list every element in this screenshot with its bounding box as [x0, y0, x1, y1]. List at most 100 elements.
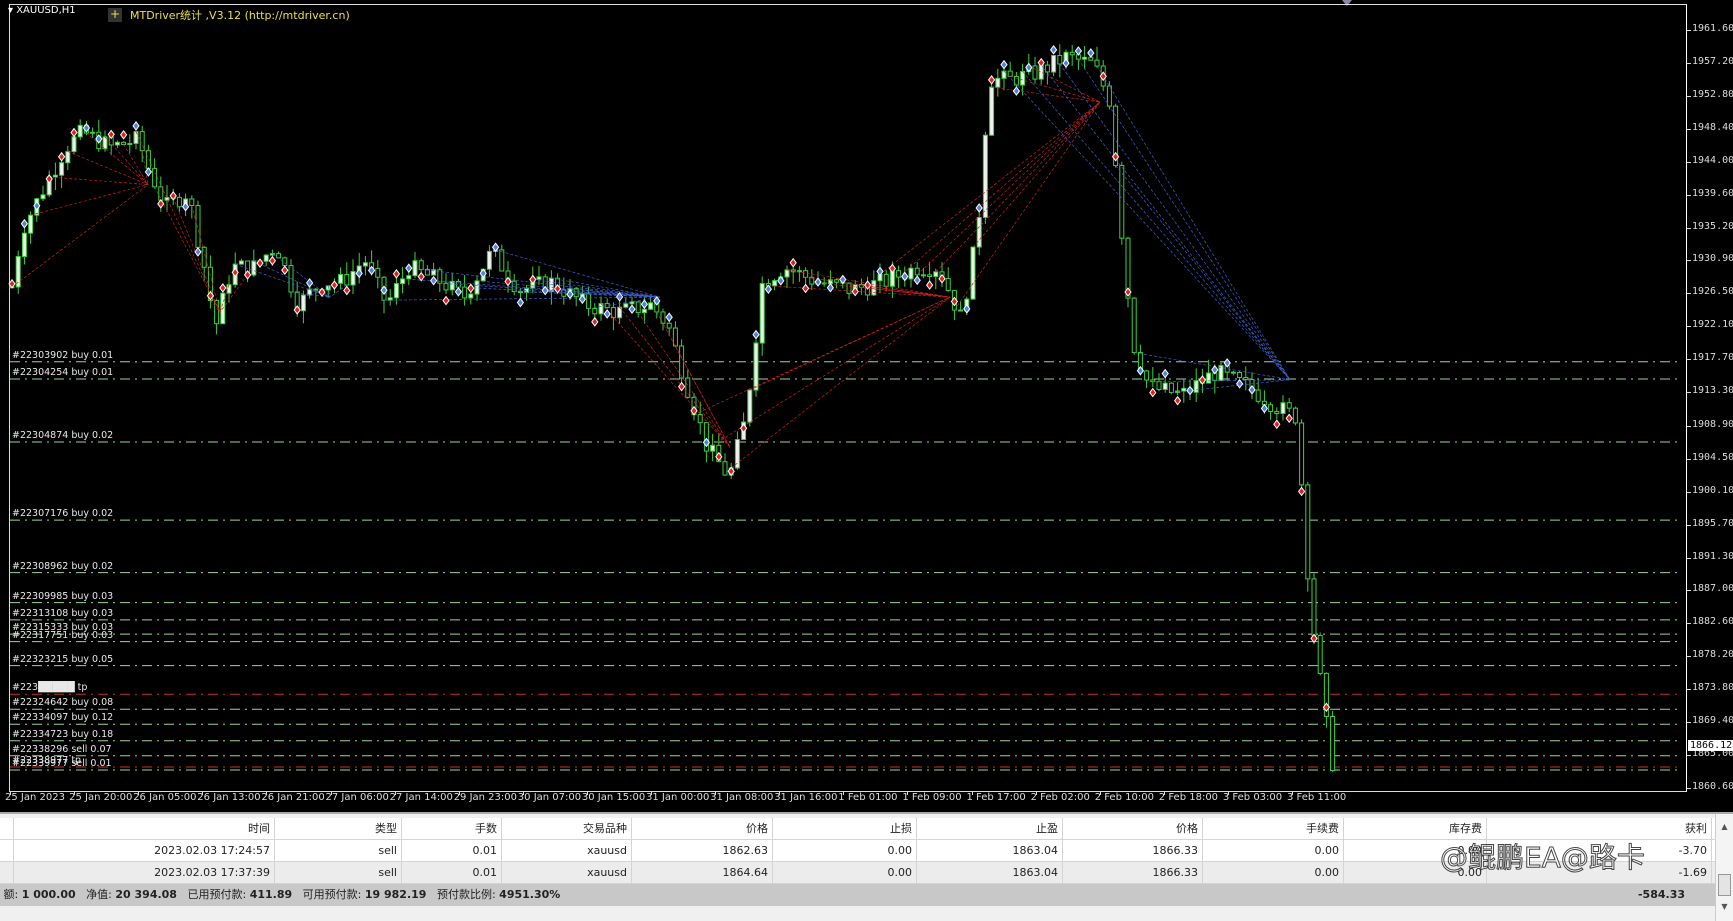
bear-candle — [1144, 370, 1150, 381]
buy-arrow-icon — [752, 329, 760, 340]
bull-candle — [412, 260, 418, 277]
bear-candle — [499, 249, 505, 272]
time-axis-label: 31 Jan 16:00 — [774, 792, 838, 803]
bear-candle — [1330, 715, 1336, 772]
order-line-label: #223█████ tp — [12, 682, 88, 694]
price-chart[interactable]: ▾ XAUUSD,H1 + MTDriver统计 ,V3.12 (http://… — [0, 0, 1733, 812]
order-line-label: #22308962 buy 0.02 — [12, 560, 114, 572]
sell-arrow-icon — [417, 271, 425, 282]
table-cell: 0.00 — [1203, 840, 1344, 862]
scroll-up-icon[interactable]: ▲ — [1716, 822, 1733, 838]
column-header[interactable]: 交易品种 — [502, 818, 632, 840]
bull-candle — [28, 214, 34, 234]
table-cell: sell — [275, 862, 402, 884]
column-header[interactable]: 价格 — [1063, 818, 1203, 840]
bull-candle — [1082, 56, 1088, 60]
scroll-down-icon[interactable]: ▼ — [1716, 902, 1733, 918]
buy-arrow-icon — [1235, 378, 1244, 389]
bull-candle — [1193, 380, 1199, 393]
trade-link-line — [1059, 63, 1291, 380]
bear-candle — [418, 260, 424, 270]
order-line-label: #22324642 buy 0.08 — [12, 697, 114, 709]
bull-candle — [623, 303, 629, 308]
bull-candle — [753, 342, 759, 391]
sell-arrow-icon — [987, 75, 996, 85]
bull-candle — [393, 283, 399, 299]
bear-candle — [1317, 634, 1323, 674]
current-price-tag: 1866.12 — [1688, 740, 1733, 751]
order-line-label: #22334097 buy 0.12 — [12, 712, 114, 724]
buy-arrow-icon — [640, 299, 649, 310]
candlestick-plot — [8, 44, 1680, 773]
bear-candle — [1094, 59, 1100, 67]
trade-link-line — [954, 101, 1101, 311]
sell-arrow-icon — [925, 280, 934, 290]
scroll-thumb[interactable] — [1718, 874, 1731, 896]
column-header[interactable]: 止损 — [773, 818, 917, 840]
buy-arrow-icon — [1186, 385, 1194, 396]
bull-candle — [747, 389, 753, 423]
watermark: @鲲鹏EA@路卡 — [1440, 841, 1646, 875]
column-header[interactable]: 手续费 — [1203, 818, 1344, 840]
bear-candle — [1057, 54, 1063, 65]
buy-arrow-icon — [429, 275, 438, 286]
buy-arrow-icon — [405, 263, 413, 273]
price-axis-tick — [1687, 29, 1691, 31]
column-header[interactable]: 时间 — [14, 818, 275, 840]
balance-label: 额: — [3, 888, 19, 901]
time-axis-label: 30 Jan 07:00 — [517, 792, 582, 803]
bear-candle — [1255, 389, 1261, 402]
table-cell: 1863.04 — [917, 862, 1063, 884]
bull-candle — [71, 136, 77, 153]
column-header[interactable]: 止盈 — [917, 818, 1063, 840]
bear-candle — [920, 274, 926, 277]
buy-arrow-icon — [1000, 59, 1008, 70]
price-axis-tick — [1687, 721, 1691, 723]
buy-arrow-icon — [603, 309, 611, 319]
bull-candle — [908, 267, 914, 280]
price-axis-label: 1904.50 — [1692, 451, 1733, 463]
sell-arrow-icon — [392, 269, 401, 279]
time-axis-label: 31 Jan 08:00 — [710, 792, 774, 803]
sell-arrow-icon — [119, 129, 128, 140]
bear-candle — [1292, 407, 1298, 424]
trade-link-line — [600, 303, 731, 448]
trade-link-line — [11, 184, 149, 288]
price-axis-tick — [1687, 622, 1691, 624]
buy-arrow-icon — [20, 218, 29, 229]
price-axis-label: 1860.60 — [1692, 781, 1733, 792]
free-margin-label: 可用预付款: — [302, 888, 362, 901]
column-header[interactable]: 价格 — [632, 818, 773, 840]
bear-candle — [176, 196, 182, 208]
price-axis-tick — [1687, 557, 1691, 559]
time-axis-label: 1 Feb 17:00 — [966, 792, 1026, 803]
price-axis-label: 1869.40 — [1692, 714, 1733, 726]
column-header[interactable]: 类型 — [275, 818, 402, 840]
symbol-label: XAUUSD,H1 — [16, 5, 76, 16]
table-cell: 0.01 — [402, 862, 502, 884]
time-axis-label: 2 Feb 10:00 — [1094, 792, 1154, 803]
price-axis-tick — [1687, 63, 1691, 65]
sell-arrow-icon — [442, 295, 450, 306]
price-axis-label: 1948.40 — [1692, 122, 1733, 134]
order-line-label: #22323215 buy 0.05 — [12, 653, 114, 665]
bear-candle — [803, 270, 809, 278]
buy-arrow-icon — [975, 203, 983, 213]
bull-candle — [1206, 372, 1212, 384]
price-axis-tick — [1687, 458, 1691, 460]
buy-arrow-icon — [1260, 403, 1269, 414]
bull-candle — [40, 194, 46, 200]
indicator-expand-button[interactable]: + — [108, 8, 122, 22]
bull-candle — [400, 278, 406, 285]
bull-candle — [1051, 54, 1057, 73]
bear-candle — [1131, 297, 1137, 354]
bull-candle — [710, 444, 716, 452]
sell-arrow-icon — [157, 198, 165, 209]
time-axis-label: 27 Jan 06:00 — [325, 792, 389, 803]
buy-arrow-icon — [454, 286, 463, 297]
trade-link-line — [1134, 352, 1291, 381]
bull-candle — [59, 162, 65, 176]
column-header[interactable]: 手数 — [402, 818, 502, 840]
buy-arrow-icon — [1074, 46, 1083, 56]
terminal-scrollbar[interactable]: ▲ ▼ — [1715, 814, 1733, 921]
